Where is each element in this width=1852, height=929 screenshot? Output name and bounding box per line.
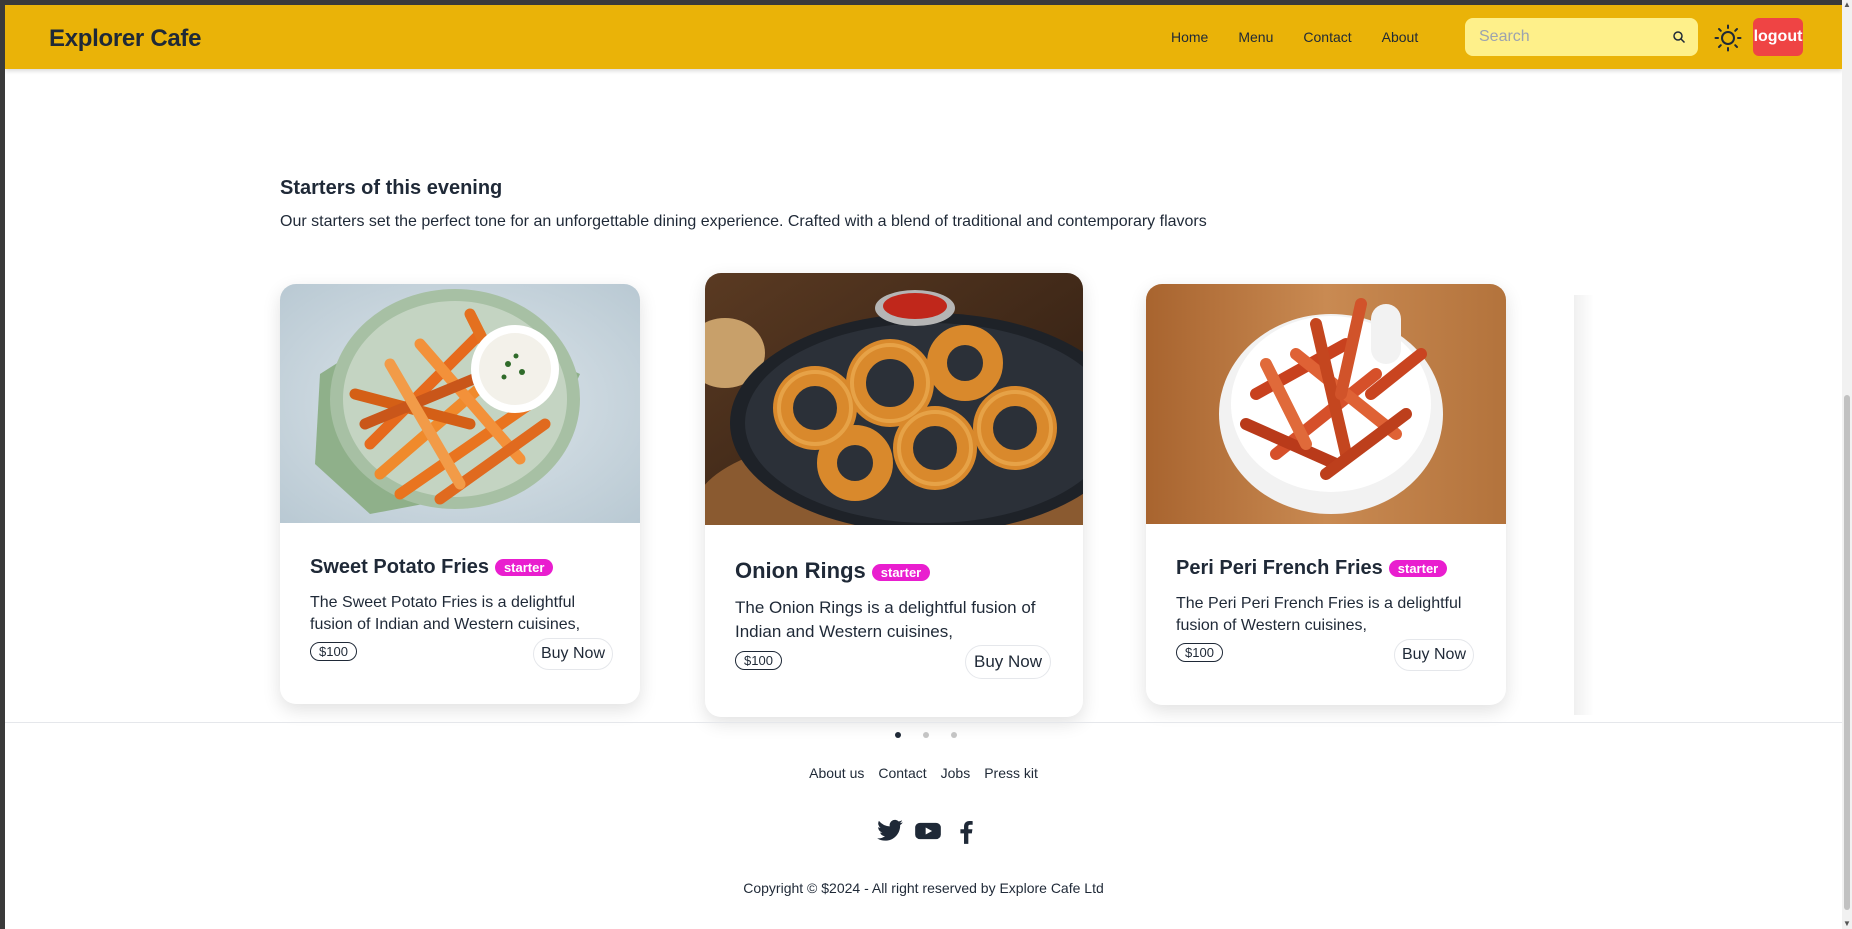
scroll-down-icon[interactable]: ▼ bbox=[1842, 919, 1852, 929]
category-badge: starter bbox=[494, 559, 554, 577]
buy-now-button[interactable]: Buy Now bbox=[533, 638, 613, 670]
footer-divider bbox=[5, 722, 1842, 723]
footer-link-about-us[interactable]: About us bbox=[809, 765, 864, 781]
search-box bbox=[1465, 18, 1698, 56]
logout-button[interactable]: logout bbox=[1753, 18, 1803, 56]
product-description: The Onion Rings is a delightful fusion o… bbox=[735, 596, 1036, 644]
description-line: The Peri Peri French Fries is a delightf… bbox=[1176, 595, 1462, 612]
product-card: Sweet Potato Fries starter The Sweet Pota… bbox=[280, 284, 640, 704]
nav-menu[interactable]: Menu bbox=[1238, 29, 1273, 45]
description-line: fusion of Indian and Western cuisines, bbox=[310, 616, 581, 633]
footer-link-jobs[interactable]: Jobs bbox=[941, 765, 971, 781]
scroll-up-icon[interactable]: ▲ bbox=[1842, 0, 1852, 10]
product-description: The Peri Peri French Fries is a delightf… bbox=[1176, 593, 1461, 637]
nav-home[interactable]: Home bbox=[1171, 29, 1208, 45]
description-line: The Sweet Potato Fries is a delightful bbox=[310, 594, 576, 611]
carousel-dot-active[interactable] bbox=[895, 732, 901, 738]
facebook-icon[interactable] bbox=[952, 817, 980, 845]
footer-link-contact[interactable]: Contact bbox=[878, 765, 926, 781]
onion-rings-image bbox=[705, 273, 1083, 588]
next-card-edge bbox=[1574, 295, 1594, 715]
sun-icon[interactable] bbox=[1714, 24, 1742, 52]
page: Explorer Cafe Home Menu Contact About Se… bbox=[5, 5, 1842, 929]
nav-links: Home Menu Contact About bbox=[1171, 5, 1448, 69]
product-title: Onion Rings starter bbox=[735, 558, 931, 584]
brand-logo[interactable]: Explorer Cafe bbox=[49, 25, 201, 53]
description-line: fusion of Western cuisines, bbox=[1176, 617, 1367, 634]
product-card: Onion Rings starter The Onion Rings is a … bbox=[705, 273, 1083, 717]
scrollbar-thumb[interactable] bbox=[1844, 395, 1850, 910]
description-line: Indian and Western cuisines, bbox=[735, 622, 953, 641]
price-tag: $100 bbox=[735, 651, 782, 670]
carousel-dots bbox=[895, 732, 979, 738]
product-title: Sweet Potato Fries starter bbox=[310, 556, 554, 579]
footer-links: About us Contact Jobs Press kit bbox=[5, 765, 1842, 781]
social-links bbox=[876, 817, 990, 845]
category-badge: starter bbox=[1388, 560, 1448, 578]
category-badge: starter bbox=[871, 563, 931, 581]
nav-contact[interactable]: Contact bbox=[1303, 29, 1351, 45]
footer-link-press-kit[interactable]: Press kit bbox=[984, 765, 1038, 781]
peri-peri-french-fries-image bbox=[1146, 284, 1506, 524]
search-icon[interactable] bbox=[1672, 30, 1686, 44]
price-tag: $100 bbox=[310, 642, 357, 661]
product-card: Peri Peri French Fries starter The Peri P… bbox=[1146, 284, 1506, 705]
section-title: Starters of this evening bbox=[280, 177, 503, 199]
search-input[interactable] bbox=[1477, 27, 1671, 47]
section-description: Our starters set the perfect tone for an… bbox=[280, 213, 1207, 230]
buy-now-button[interactable]: Buy Now bbox=[965, 645, 1051, 679]
nav-about[interactable]: About bbox=[1382, 29, 1419, 45]
description-line: The Onion Rings is a delightful fusion o… bbox=[735, 598, 1036, 617]
carousel-dot[interactable] bbox=[923, 732, 929, 738]
product-description: The Sweet Potato Fries is a delightful f… bbox=[310, 592, 580, 636]
copyright-text: Copyright © $2024 - All right reserved b… bbox=[743, 880, 1104, 896]
buy-now-button[interactable]: Buy Now bbox=[1394, 639, 1474, 671]
youtube-icon[interactable] bbox=[914, 817, 942, 845]
product-title-text: Peri Peri French Fries bbox=[1176, 557, 1383, 579]
navbar: Explorer Cafe Home Menu Contact About Se… bbox=[5, 5, 1842, 69]
price-tag: $100 bbox=[1176, 643, 1223, 662]
twitter-icon[interactable] bbox=[876, 817, 904, 845]
product-title-text: Sweet Potato Fries bbox=[310, 556, 489, 578]
sweet-potato-fries-image bbox=[280, 284, 640, 523]
scrollbar[interactable]: ▲ ▼ bbox=[1842, 0, 1852, 929]
product-title-text: Onion Rings bbox=[735, 558, 866, 583]
carousel-dot[interactable] bbox=[951, 732, 957, 738]
product-title: Peri Peri French Fries starter bbox=[1176, 557, 1448, 580]
